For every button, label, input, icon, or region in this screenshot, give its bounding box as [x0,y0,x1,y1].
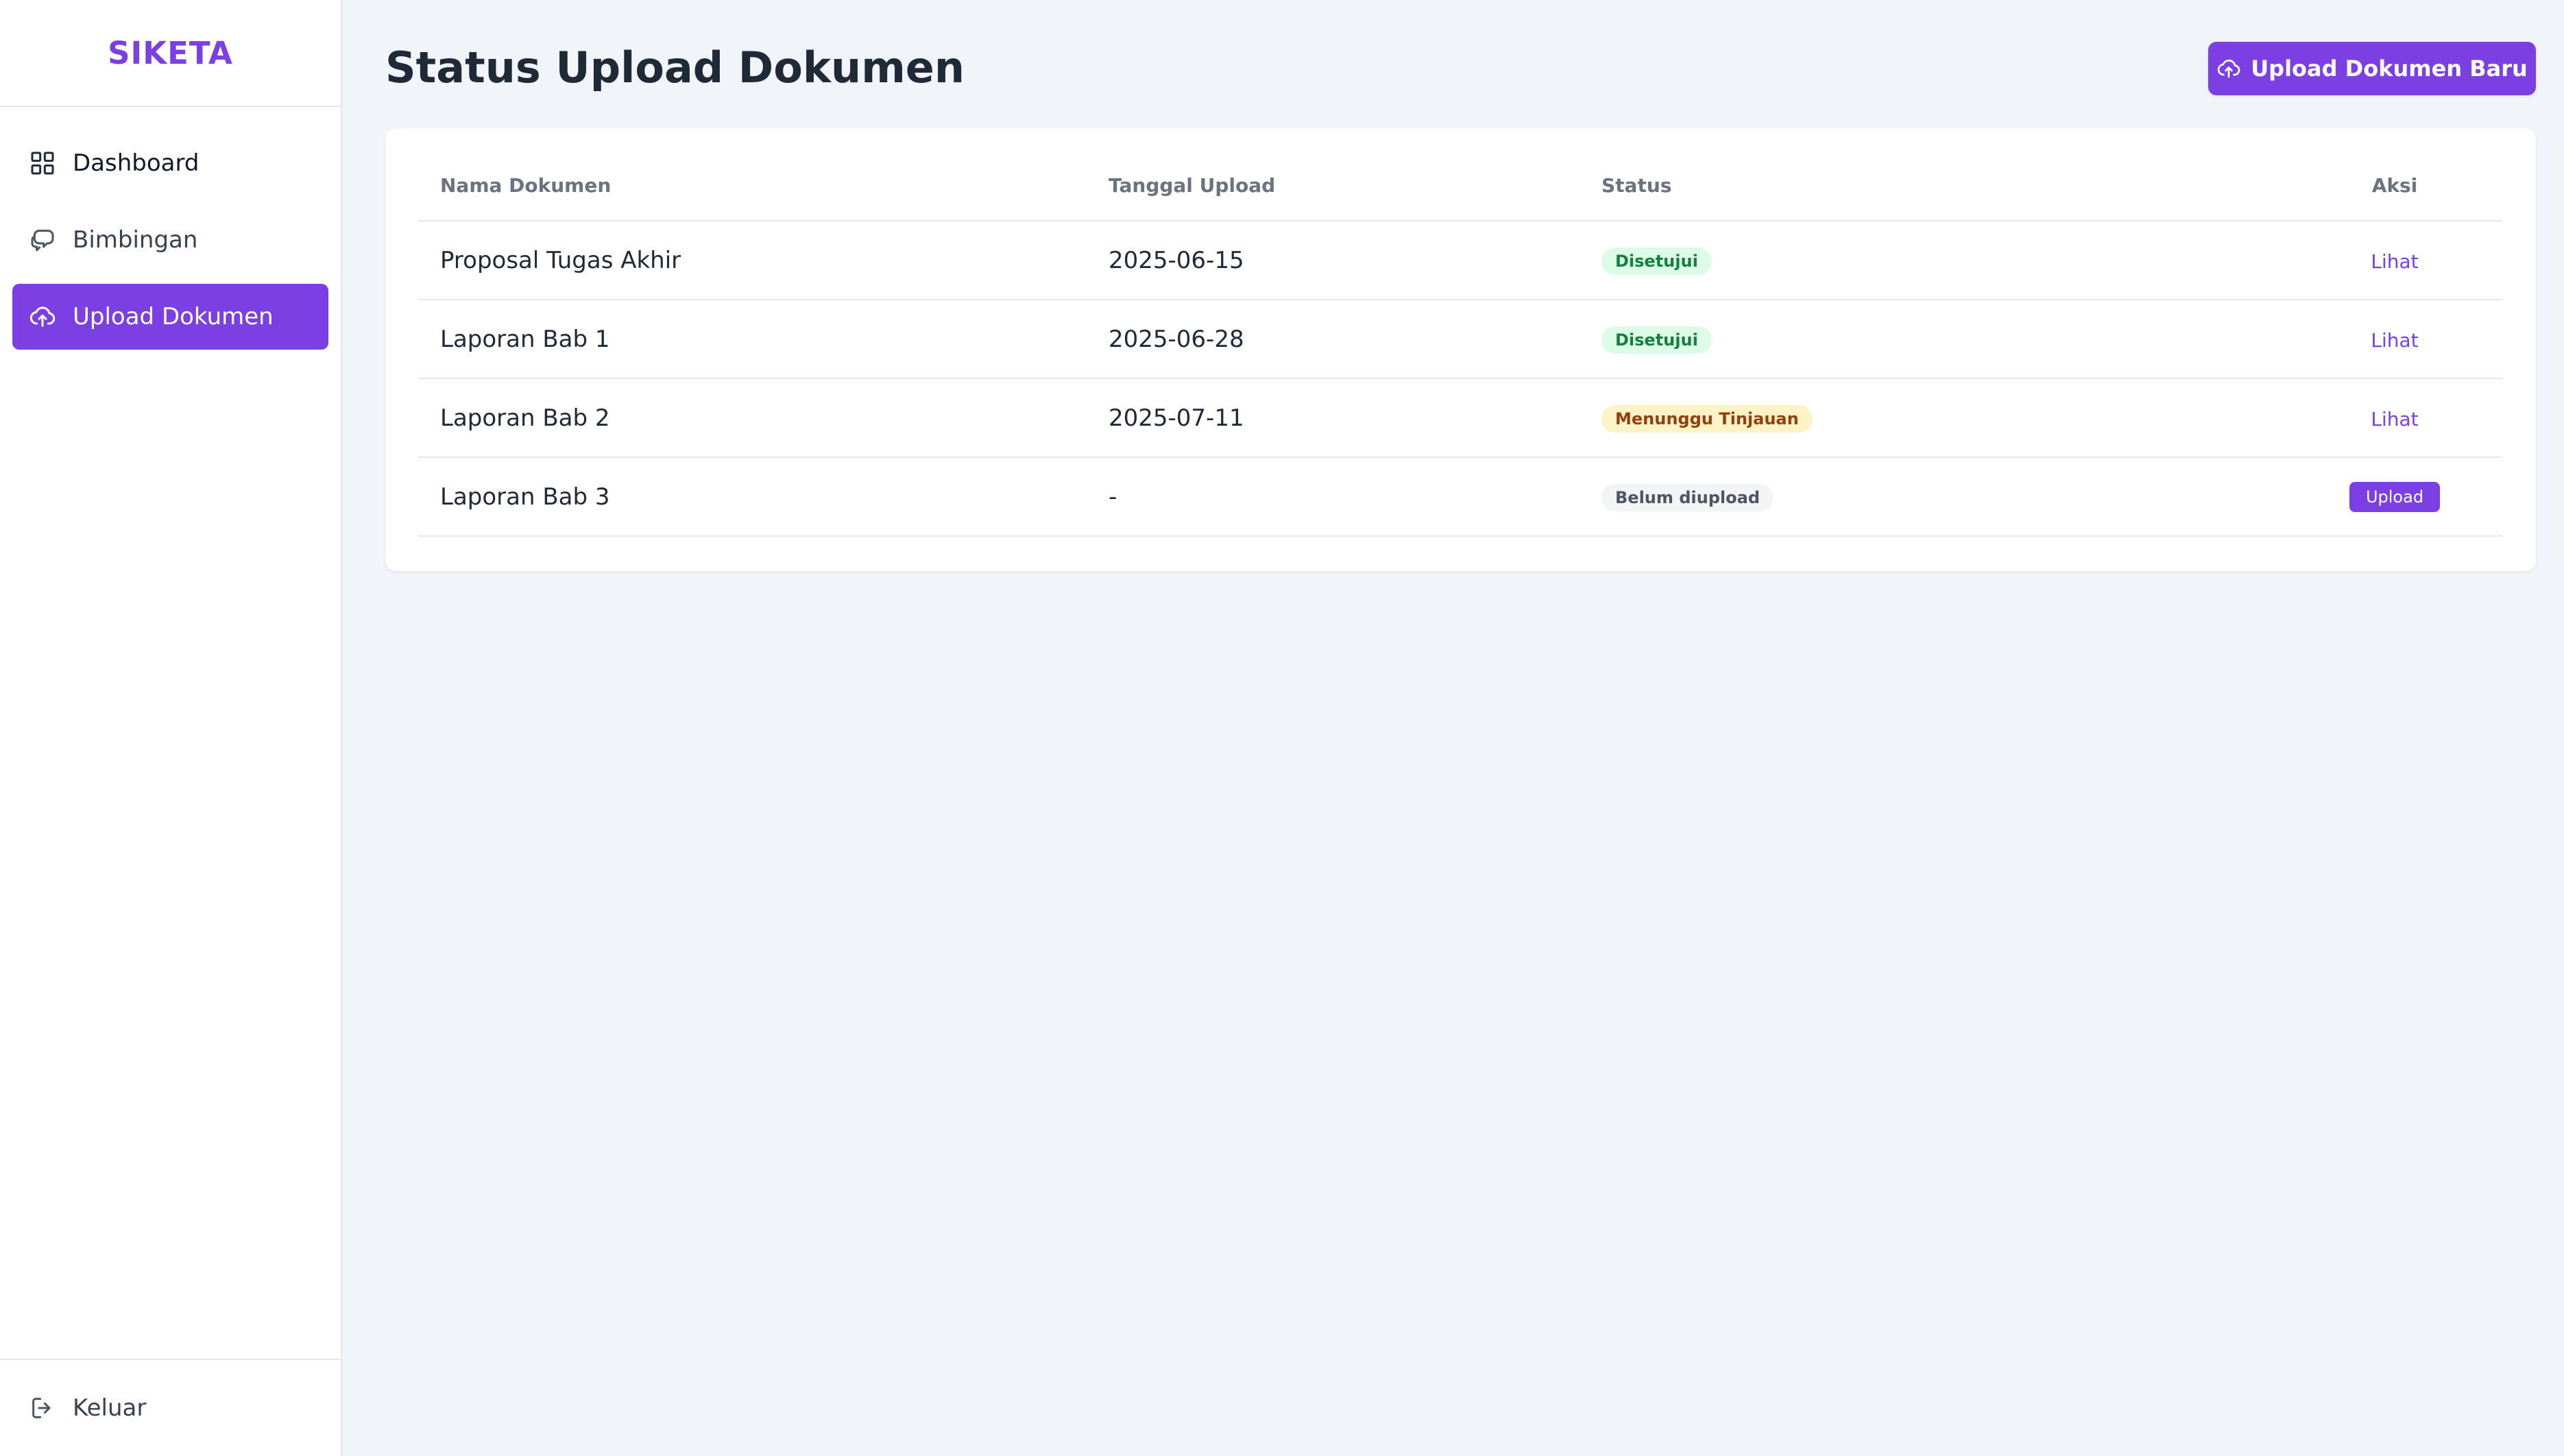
document-name: Laporan Bab 3 [418,457,1109,537]
table-header-row: Nama Dokumen Tanggal Upload Status Aksi [418,150,2502,221]
cloud-upload-icon [29,303,56,330]
upload-date: 2025-06-15 [1109,221,1601,300]
upload-date: 2025-07-11 [1109,378,1601,458]
upload-date: - [1109,457,1601,537]
view-link[interactable]: Lihat [2371,408,2418,430]
logout-button[interactable]: Keluar [0,1359,341,1456]
app-logo[interactable]: SIKETA [0,0,341,107]
chat-bubbles-icon [29,226,56,254]
table-row: Laporan Bab 3 - Belum diupload Upload [418,457,2502,537]
sidebar-item-dashboard[interactable]: Dashboard [12,130,328,196]
document-name: Laporan Bab 2 [418,378,1109,458]
column-header-status: Status [1601,150,2287,221]
table-row: Laporan Bab 1 2025-06-28 Disetujui Lihat [418,300,2502,379]
documents-card: Nama Dokumen Tanggal Upload Status Aksi … [385,128,2536,571]
sidebar-nav: Dashboard Bimbingan Upload Dokumen [0,107,341,350]
sidebar-item-label: Upload Dokumen [73,303,274,330]
column-header-nama-dokumen: Nama Dokumen [418,150,1109,221]
status-badge: Disetujui [1601,326,1712,354]
table-row: Laporan Bab 2 2025-07-11 Menunggu Tinjau… [418,378,2502,458]
documents-table: Nama Dokumen Tanggal Upload Status Aksi … [418,150,2502,537]
upload-date: 2025-06-28 [1109,300,1601,379]
upload-new-document-button[interactable]: Upload Dokumen Baru [2208,42,2536,95]
view-link[interactable]: Lihat [2371,329,2418,352]
table-row: Proposal Tugas Akhir 2025-06-15 Disetuju… [418,221,2502,300]
grid-icon [29,149,56,177]
logout-label: Keluar [73,1394,147,1422]
sidebar-item-label: Dashboard [73,149,199,177]
status-badge: Belum diupload [1601,484,1774,511]
status-badge: Disetujui [1601,247,1712,275]
column-header-tanggal-upload: Tanggal Upload [1109,150,1601,221]
upload-button[interactable]: Upload [2349,482,2441,512]
page-title: Status Upload Dokumen [385,43,965,93]
upload-new-document-label: Upload Dokumen Baru [2251,56,2528,82]
view-link[interactable]: Lihat [2371,250,2418,273]
sidebar-item-bimbingan[interactable]: Bimbingan [12,207,328,273]
cloud-upload-icon [2216,56,2241,81]
logout-icon [29,1394,56,1422]
document-name: Proposal Tugas Akhir [418,221,1109,300]
sidebar-item-label: Bimbingan [73,226,198,254]
status-badge: Menunggu Tinjauan [1601,405,1813,433]
column-header-aksi: Aksi [2287,150,2502,221]
sidebar-item-upload-dokumen[interactable]: Upload Dokumen [12,284,328,350]
document-name: Laporan Bab 1 [418,300,1109,379]
sidebar: SIKETA Dashboard Bimbingan Upload Dokume… [0,0,342,1456]
